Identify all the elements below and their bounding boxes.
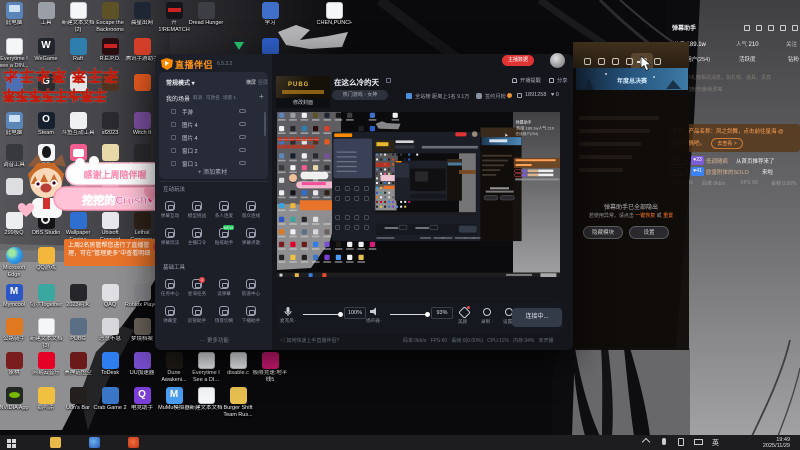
svg-text:挖挖的Crush♥: 挖挖的Crush♥ <box>82 193 153 207</box>
svg-text:热度 189.1w: 热度 189.1w <box>516 125 538 131</box>
svg-text:年度总决赛: 年度总决赛 <box>617 77 648 85</box>
svg-text:弹幕助手: 弹幕助手 <box>516 118 532 124</box>
svg-text:感谢上周陪伴喔: 感谢上周陪伴喔 <box>83 169 146 180</box>
svg-text:在线用户(254): 在线用户(254) <box>516 131 539 136</box>
svg-text:人气 210: 人气 210 <box>538 125 555 131</box>
